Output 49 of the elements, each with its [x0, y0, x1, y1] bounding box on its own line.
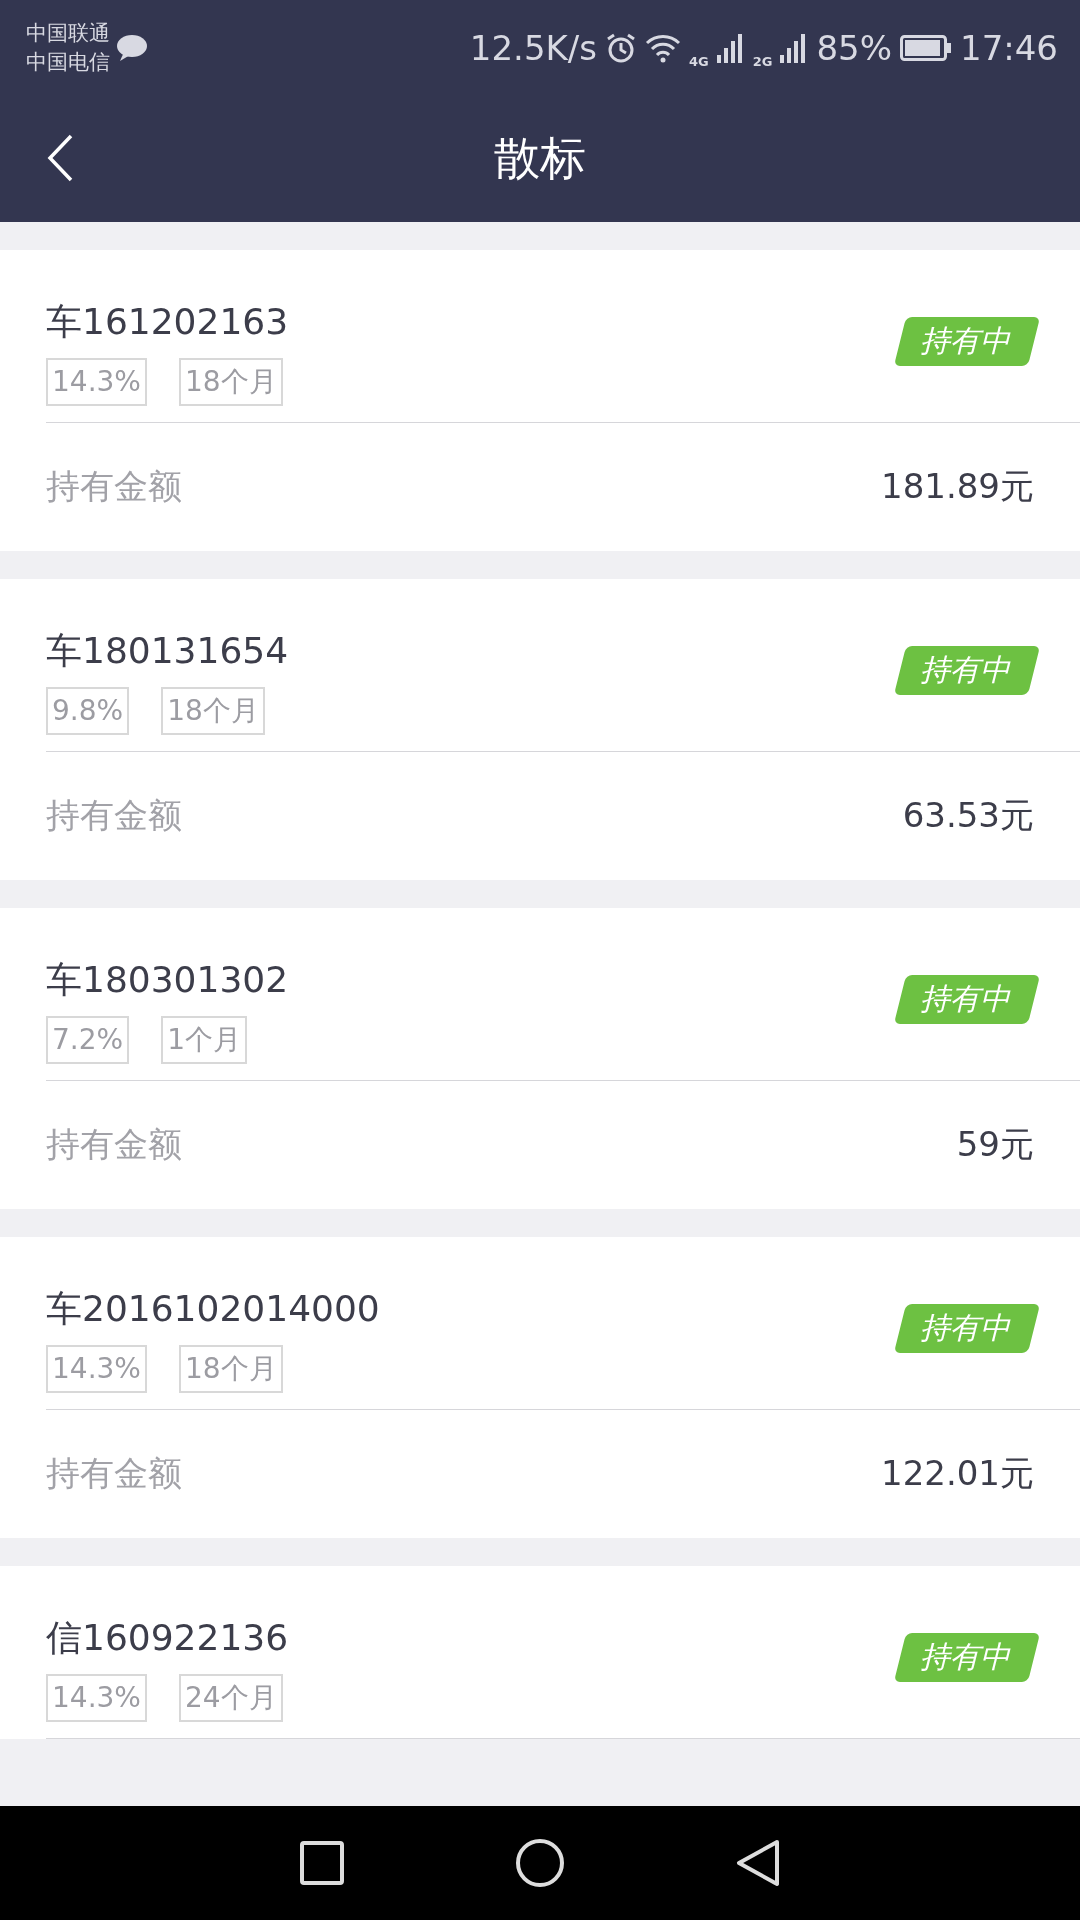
loan-card[interactable]: 信160922136 14.3% 24个月 持有中 [0, 1566, 1080, 1739]
signal-icon [716, 32, 745, 63]
carrier-name: 中国电信 [26, 48, 110, 76]
loan-name: 信160922136 [46, 1616, 289, 1660]
status-badge: 持有中 [893, 316, 1041, 366]
rate-tag: 14.3% [46, 1345, 147, 1393]
wifi-icon [645, 32, 681, 63]
rate-tag: 14.3% [46, 1674, 147, 1722]
recents-button[interactable] [299, 1840, 345, 1886]
rate-tag: 7.2% [46, 1016, 130, 1064]
clock-time: 17:46 [960, 27, 1058, 68]
loan-name: 车180301302 [46, 958, 289, 1002]
amount-value: 63.53元 [902, 794, 1034, 837]
battery-icon [900, 34, 952, 61]
page-title: 散标 [494, 129, 586, 187]
loan-card[interactable]: 车161202163 14.3% 18个月 持有中 持有金额 181.89元 [0, 250, 1080, 551]
home-button[interactable] [515, 1838, 565, 1888]
loan-card[interactable]: 车180301302 7.2% 1个月 持有中 持有金额 59元 [0, 908, 1080, 1209]
amount-label: 持有金额 [46, 1452, 182, 1495]
network-type: 2G [752, 54, 773, 69]
network-type: 4G [689, 54, 709, 69]
message-icon [114, 32, 148, 63]
status-badge: 持有中 [893, 1632, 1041, 1682]
rate-tag: 14.3% [46, 358, 147, 406]
loan-name: 车161202163 [46, 300, 289, 344]
status-badge: 持有中 [893, 645, 1041, 695]
loan-card[interactable]: 车2016102014000 14.3% 18个月 持有中 持有金额 122.01元 [0, 1237, 1080, 1538]
status-badge: 持有中 [893, 974, 1041, 1024]
amount-label: 持有金额 [46, 794, 182, 837]
amount-value: 59元 [956, 1123, 1034, 1166]
term-tag: 18个月 [178, 1345, 283, 1393]
network-speed: 12.5K/s [469, 27, 597, 68]
loan-name: 车2016102014000 [46, 1287, 380, 1331]
battery-percent: 85% [816, 27, 892, 68]
carrier-name: 中国联通 [26, 19, 110, 47]
amount-value: 181.89元 [881, 465, 1034, 508]
back-nav-button[interactable] [735, 1838, 781, 1888]
loan-card[interactable]: 车180131654 9.8% 18个月 持有中 持有金额 63.53元 [0, 579, 1080, 880]
loan-name: 车180131654 [46, 629, 289, 673]
term-tag: 24个月 [178, 1674, 283, 1722]
amount-value: 122.01元 [881, 1452, 1034, 1495]
amount-label: 持有金额 [46, 465, 182, 508]
amount-label: 持有金额 [46, 1123, 182, 1166]
term-tag: 18个月 [178, 358, 283, 406]
rate-tag: 9.8% [46, 687, 130, 735]
alarm-icon [605, 31, 637, 64]
term-tag: 18个月 [161, 687, 265, 735]
term-tag: 1个月 [161, 1016, 247, 1064]
status-badge: 持有中 [893, 1303, 1041, 1353]
